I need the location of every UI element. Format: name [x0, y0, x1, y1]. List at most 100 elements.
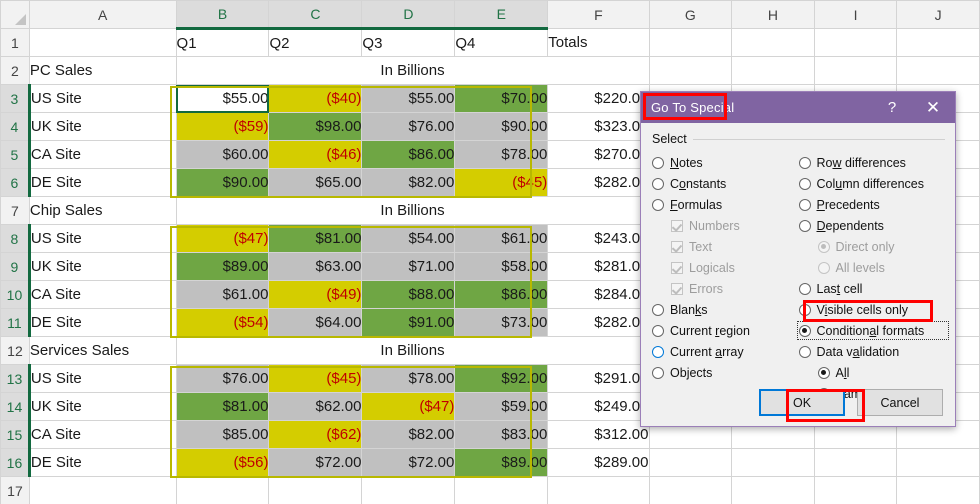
- close-icon[interactable]: ✕: [911, 92, 955, 123]
- data-cell-D3[interactable]: $55.00: [361, 84, 456, 113]
- row-header-12[interactable]: 12: [0, 336, 30, 365]
- option-notes[interactable]: Notes: [652, 152, 799, 173]
- data-cell-B14[interactable]: $81.00: [175, 392, 270, 421]
- data-cell-D4[interactable]: $76.00: [361, 112, 456, 141]
- option-blanks[interactable]: Blanks: [652, 299, 799, 320]
- data-cell-C15[interactable]: ($62): [268, 420, 363, 449]
- total-cell-F5[interactable]: $270.00: [547, 140, 650, 169]
- empty-cell[interactable]: [648, 56, 733, 85]
- option-conditional-formats[interactable]: Conditional formats: [796, 320, 949, 341]
- option-last-cell[interactable]: Last cell: [798, 278, 946, 299]
- empty-cell[interactable]: [454, 476, 549, 504]
- data-cell-E11[interactable]: $73.00: [454, 308, 549, 337]
- data-cell-D13[interactable]: $78.00: [361, 364, 456, 393]
- column-header-H[interactable]: H: [731, 0, 815, 29]
- data-cell-C10[interactable]: ($49): [268, 280, 363, 309]
- empty-cell[interactable]: [896, 28, 980, 57]
- totals-header[interactable]: Totals: [547, 28, 650, 57]
- column-header-J[interactable]: J: [896, 0, 980, 29]
- row-header-16[interactable]: 16: [0, 448, 31, 477]
- data-cell-B9[interactable]: $89.00: [175, 252, 270, 281]
- site-label[interactable]: US Site: [28, 224, 177, 253]
- site-label[interactable]: UK Site: [28, 252, 177, 281]
- row-header-5[interactable]: 5: [0, 140, 31, 169]
- data-cell-E15[interactable]: $83.00: [454, 420, 549, 449]
- option-formulas[interactable]: Formulas: [652, 194, 799, 215]
- option-visible-cells-only[interactable]: Visible cells only: [798, 299, 946, 320]
- site-label[interactable]: UK Site: [28, 112, 177, 141]
- radio-icon[interactable]: [652, 156, 664, 169]
- option-objects[interactable]: Objects: [652, 362, 799, 383]
- option-current-region[interactable]: Current region: [652, 320, 799, 341]
- empty-cell[interactable]: [813, 56, 898, 85]
- empty-cell[interactable]: [648, 476, 733, 504]
- option-dependents[interactable]: Dependents: [798, 215, 946, 236]
- radio-icon[interactable]: [798, 156, 811, 169]
- total-cell-F8[interactable]: $243.00: [547, 224, 650, 253]
- column-header-B[interactable]: B: [175, 0, 270, 30]
- radio-icon[interactable]: [652, 177, 664, 190]
- data-cell-E3[interactable]: $70.00: [454, 84, 549, 113]
- total-cell-F15[interactable]: $312.00: [547, 420, 650, 449]
- column-header-F[interactable]: F: [547, 0, 650, 29]
- option-constants[interactable]: Constants: [652, 173, 799, 194]
- option-current-array[interactable]: Current array: [652, 341, 799, 362]
- data-cell-D9[interactable]: $71.00: [361, 252, 456, 281]
- section-title[interactable]: PC Sales: [28, 56, 177, 85]
- empty-cell[interactable]: [731, 476, 815, 504]
- data-cell-D10[interactable]: $88.00: [361, 280, 456, 309]
- data-cell-C8[interactable]: $81.00: [268, 224, 363, 253]
- data-cell-B11[interactable]: ($54): [175, 308, 270, 337]
- option-precedents[interactable]: Precedents: [798, 194, 946, 215]
- radio-icon[interactable]: [798, 282, 811, 295]
- radio-icon[interactable]: [798, 177, 811, 190]
- merged-in-billions-cell[interactable]: In Billions: [175, 336, 650, 365]
- radio-icon[interactable]: [652, 198, 664, 211]
- data-cell-D8[interactable]: $54.00: [361, 224, 456, 253]
- option-all[interactable]: All: [799, 362, 946, 383]
- section-title[interactable]: Chip Sales: [28, 196, 177, 225]
- row-header-2[interactable]: 2: [0, 56, 30, 85]
- empty-cell[interactable]: [731, 448, 815, 477]
- radio-icon[interactable]: [652, 345, 664, 358]
- empty-cell[interactable]: [28, 476, 177, 504]
- total-cell-F13[interactable]: $291.00: [547, 364, 650, 393]
- total-cell-F3[interactable]: $220.00: [547, 84, 650, 113]
- ok-button[interactable]: OK: [759, 389, 845, 416]
- quarter-header-Q2[interactable]: Q2: [268, 28, 363, 57]
- row-header-7[interactable]: 7: [0, 196, 30, 225]
- row-header-15[interactable]: 15: [0, 420, 31, 449]
- empty-cell[interactable]: [896, 476, 980, 504]
- data-cell-D14[interactable]: ($47): [361, 392, 456, 421]
- data-cell-B16[interactable]: ($56): [175, 448, 270, 477]
- option-data-validation[interactable]: Data validation: [798, 341, 946, 362]
- quarter-header-Q1[interactable]: Q1: [175, 28, 270, 57]
- data-cell-B8[interactable]: ($47): [175, 224, 270, 253]
- empty-cell[interactable]: [896, 56, 980, 85]
- data-cell-E10[interactable]: $86.00: [454, 280, 549, 309]
- data-cell-D5[interactable]: $86.00: [361, 140, 456, 169]
- data-cell-E5[interactable]: $78.00: [454, 140, 549, 169]
- empty-cell[interactable]: [648, 448, 733, 477]
- option-column-differences[interactable]: Column differences: [798, 173, 946, 194]
- option-row-differences[interactable]: Row differences: [798, 152, 946, 173]
- data-cell-C4[interactable]: $98.00: [268, 112, 363, 141]
- row-header-1[interactable]: 1: [0, 28, 30, 57]
- select-all-corner[interactable]: [0, 0, 30, 29]
- radio-icon[interactable]: [652, 303, 664, 316]
- quarter-header-Q3[interactable]: Q3: [361, 28, 456, 57]
- total-cell-F11[interactable]: $282.00: [547, 308, 650, 337]
- site-label[interactable]: DE Site: [28, 308, 177, 337]
- row-header-13[interactable]: 13: [0, 364, 31, 393]
- data-cell-D16[interactable]: $72.00: [361, 448, 456, 477]
- empty-cell[interactable]: [813, 28, 898, 57]
- data-cell-C9[interactable]: $63.00: [268, 252, 363, 281]
- site-label[interactable]: CA Site: [28, 280, 177, 309]
- empty-cell[interactable]: [731, 28, 815, 57]
- radio-icon[interactable]: [798, 324, 811, 337]
- data-cell-C5[interactable]: ($46): [268, 140, 363, 169]
- radio-icon[interactable]: [798, 345, 811, 358]
- data-cell-E14[interactable]: $59.00: [454, 392, 549, 421]
- cancel-button[interactable]: Cancel: [857, 389, 943, 416]
- total-cell-F14[interactable]: $249.00: [547, 392, 650, 421]
